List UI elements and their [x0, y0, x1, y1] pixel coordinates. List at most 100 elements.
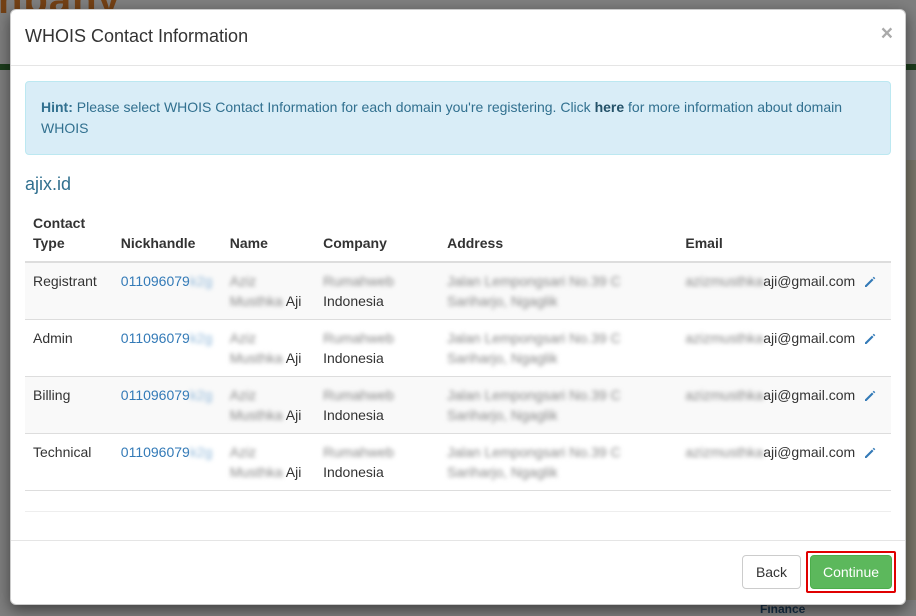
pencil-icon[interactable] — [863, 445, 877, 459]
hint-alert: Hint: Please select WHOIS Contact Inform… — [25, 81, 891, 155]
table-row: Technical 011096079k2g Aziz Musthka Aji Ruma… — [25, 433, 891, 491]
address-line-1: Jalan Lempongsari No.39 C — [447, 444, 621, 460]
company-cell: Rumahweb Indonesia — [315, 319, 440, 377]
company-visible: Indonesia — [323, 293, 384, 309]
edit-cell — [863, 433, 891, 491]
email-blurred: azizmusthka — [685, 330, 764, 346]
address-line-2: Sariharjo, Ngaglik — [447, 293, 558, 309]
address-cell: Jalan Lempongsari No.39 C Sariharjo, Ngag… — [439, 261, 678, 320]
email-blurred: azizmusthka — [685, 387, 764, 403]
name-cell: Aziz Musthka Aji — [221, 433, 316, 491]
name-blurred-first: Aziz — [229, 273, 257, 289]
nickhandle-blurred: k2g — [189, 444, 213, 460]
address-line-2: Sariharjo, Ngaglik — [447, 464, 558, 480]
nickhandle-cell: 011096079k2g — [112, 433, 222, 491]
company-blurred: Rumahweb — [323, 330, 394, 346]
contacts-table: Contact Type Nickhandle Name Company Add… — [25, 205, 891, 491]
continue-button[interactable]: Continue — [810, 555, 892, 589]
pencil-icon[interactable] — [863, 388, 877, 402]
header-company: Company — [315, 205, 440, 263]
nickhandle-visible: 011096079 — [120, 444, 190, 460]
modal-footer: Back Continue — [11, 540, 905, 604]
address-line-1: Jalan Lempongsari No.39 C — [447, 387, 621, 403]
name-blurred-middle: Musthka — [229, 407, 283, 423]
close-button[interactable]: × — [881, 23, 893, 44]
address-cell: Jalan Lempongsari No.39 C Sariharjo, Ngag… — [439, 433, 678, 491]
pencil-icon[interactable] — [863, 274, 877, 288]
nickhandle-visible: 011096079 — [120, 387, 190, 403]
email-visible: aji@gmail.com — [763, 444, 856, 460]
name-visible: Aji — [285, 464, 302, 480]
nickhandle-cell: 011096079k2g — [112, 376, 222, 434]
company-blurred: Rumahweb — [323, 444, 394, 460]
header-email: Email — [677, 205, 864, 263]
nickhandle-link[interactable]: 011096079k2g — [121, 444, 213, 460]
address-line-2: Sariharjo, Ngaglik — [447, 350, 558, 366]
contact-type-cell: Admin — [25, 319, 113, 377]
table-header-row: Contact Type Nickhandle Name Company Add… — [25, 205, 891, 263]
email-cell: azizmusthkaaji@gmail.com — [677, 319, 864, 377]
address-line-2: Sariharjo, Ngaglik — [447, 407, 558, 423]
edit-cell — [863, 261, 891, 320]
company-blurred: Rumahweb — [323, 387, 394, 403]
email-blurred: azizmusthka — [685, 273, 764, 289]
header-contact-type: Contact Type — [25, 205, 113, 263]
hint-here-link[interactable]: here — [595, 99, 625, 115]
company-blurred: Rumahweb — [323, 273, 394, 289]
address-line-1: Jalan Lempongsari No.39 C — [447, 330, 621, 346]
name-blurred-middle: Musthka — [229, 293, 283, 309]
hint-label: Hint: — [41, 99, 73, 115]
name-visible: Aji — [285, 350, 302, 366]
nickhandle-cell: 011096079k2g — [112, 261, 222, 320]
domain-name: ajix.id — [25, 174, 72, 194]
header-edit — [863, 205, 891, 263]
nickhandle-visible: 011096079 — [120, 273, 190, 289]
modal-body: Hint: Please select WHOIS Contact Inform… — [11, 66, 905, 542]
pencil-icon[interactable] — [863, 331, 877, 345]
name-blurred-first: Aziz — [229, 444, 257, 460]
name-blurred-middle: Musthka — [229, 464, 283, 480]
email-visible: aji@gmail.com — [763, 387, 856, 403]
contact-type-cell: Billing — [25, 376, 113, 434]
name-visible: Aji — [285, 407, 302, 423]
table-row: Admin 011096079k2g Aziz Musthka Aji Rumahweb… — [25, 319, 891, 377]
email-cell: azizmusthkaaji@gmail.com — [677, 433, 864, 491]
header-address: Address — [439, 205, 678, 263]
header-name: Name — [221, 205, 316, 263]
email-cell: azizmusthkaaji@gmail.com — [677, 376, 864, 434]
contact-type-cell: Technical — [25, 433, 113, 491]
company-cell: Rumahweb Indonesia — [315, 433, 440, 491]
back-button[interactable]: Back — [742, 555, 801, 589]
nickhandle-link[interactable]: 011096079k2g — [121, 330, 213, 346]
nickhandle-blurred: k2g — [189, 330, 213, 346]
name-blurred-first: Aziz — [229, 330, 257, 346]
name-cell: Aziz Musthka Aji — [221, 376, 316, 434]
table-row: Billing 011096079k2g Aziz Musthka Aji Rumahw… — [25, 376, 891, 434]
nickhandle-cell: 011096079k2g — [112, 319, 222, 377]
header-nickhandle: Nickhandle — [112, 205, 222, 263]
table-divider — [25, 511, 891, 512]
nickhandle-link[interactable]: 011096079k2g — [121, 387, 213, 403]
whois-contact-modal: WHOIS Contact Information × Hint: Please… — [10, 9, 906, 605]
address-cell: Jalan Lempongsari No.39 C Sariharjo, Ngag… — [439, 319, 678, 377]
company-visible: Indonesia — [323, 464, 384, 480]
name-cell: Aziz Musthka Aji — [221, 261, 316, 320]
address-line-1: Jalan Lempongsari No.39 C — [447, 273, 621, 289]
email-cell: azizmusthkaaji@gmail.com — [677, 261, 864, 320]
modal-title: WHOIS Contact Information — [25, 26, 249, 46]
nickhandle-link[interactable]: 011096079k2g — [121, 273, 213, 289]
company-cell: Rumahweb Indonesia — [315, 376, 440, 434]
modal-header: WHOIS Contact Information × — [11, 10, 905, 66]
name-visible: Aji — [285, 293, 302, 309]
name-blurred-middle: Musthka — [229, 350, 283, 366]
company-visible: Indonesia — [323, 407, 384, 423]
hint-text-before: Please select WHOIS Contact Information … — [72, 99, 595, 115]
email-visible: aji@gmail.com — [763, 330, 856, 346]
edit-cell — [863, 319, 891, 377]
nickhandle-visible: 011096079 — [120, 330, 190, 346]
edit-cell — [863, 376, 891, 434]
company-visible: Indonesia — [323, 350, 384, 366]
name-blurred-first: Aziz — [229, 387, 257, 403]
nickhandle-blurred: k2g — [189, 273, 213, 289]
email-blurred: azizmusthka — [685, 444, 764, 460]
